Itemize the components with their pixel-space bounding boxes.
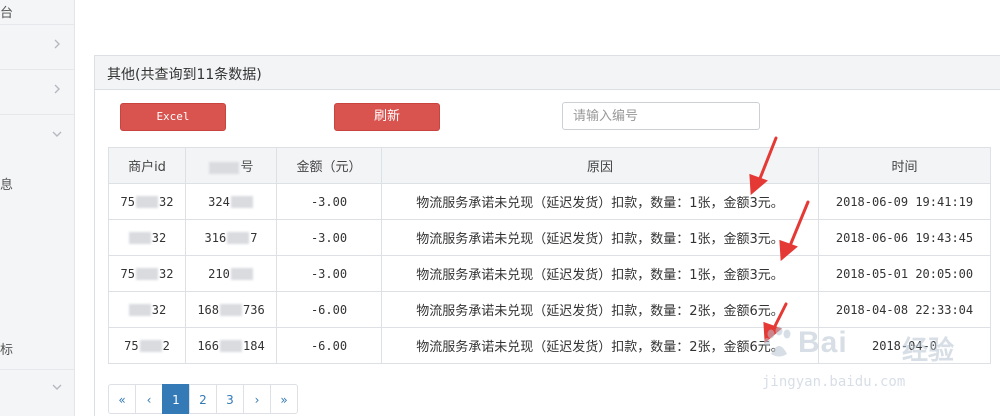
column-header-order-id[interactable]: 号	[185, 147, 277, 184]
page-3-button[interactable]: 3	[216, 384, 244, 414]
sidebar-item-label: 标	[0, 343, 14, 358]
last-page-button[interactable]: »	[270, 384, 298, 414]
order-id-prefix: 324	[208, 194, 230, 209]
table-row[interactable]: 32 168 736 -6.00 物流服务承诺未兑现（延迟发货）扣款，数量：2张，…	[108, 291, 991, 328]
table-row[interactable]: 75 2 166 184 -6.00 物流服务承诺未兑现（延迟发货）扣款，数量：2张…	[108, 327, 991, 364]
merchant-id-prefix: 75	[120, 266, 135, 281]
merchant-id-cell: 32	[108, 219, 186, 256]
sidebar-item-label: 息	[0, 178, 14, 193]
next-page-button[interactable]: ›	[243, 384, 271, 414]
search-input[interactable]	[562, 102, 760, 130]
column-header-reason[interactable]: 原因	[381, 147, 819, 184]
sidebar-item-5[interactable]: 息	[0, 160, 74, 204]
time-cell: 2018-04-0	[818, 327, 991, 364]
chevron-right-icon	[54, 39, 60, 49]
excel-export-button[interactable]: Excel	[120, 103, 226, 131]
reason-cell: 物流服务承诺未兑现（延迟发货）扣款，数量：2张，金额6元。	[381, 327, 819, 364]
amount-cell: -6.00	[276, 327, 382, 364]
column-header-amount[interactable]: 金额（元）	[276, 147, 382, 184]
page-1-button[interactable]: 1	[162, 384, 190, 414]
order-id-suffix: 736	[243, 302, 265, 317]
order-id-cell: 166 184	[185, 327, 277, 364]
chevron-down-icon	[52, 131, 62, 137]
sidebar-item-2[interactable]	[0, 25, 74, 70]
amount-cell: -3.00	[276, 219, 382, 256]
order-id-suffix: 7	[250, 230, 258, 245]
sidebar-item-label: 台	[0, 6, 14, 21]
time-cell: 2018-05-01 20:05:00	[818, 255, 991, 292]
order-id-suffix: 184	[243, 338, 265, 353]
prev-page-button[interactable]: ‹	[135, 384, 163, 414]
order-id-cell: 316 7	[185, 219, 277, 256]
time-cell: 2018-06-09 19:41:19	[818, 183, 991, 220]
column-header-merchant-id[interactable]: 商户id	[108, 147, 186, 184]
sidebar-item-3[interactable]	[0, 70, 74, 115]
panel-title: 其他(共查询到11条数据)	[107, 67, 262, 83]
merchant-id-suffix: 32	[159, 266, 174, 281]
amount-cell: -6.00	[276, 291, 382, 328]
table-row[interactable]: 32 316 7 -3.00 物流服务承诺未兑现（延迟发货）扣款，数量：1张，金额…	[108, 219, 991, 256]
merchant-id-suffix: 32	[151, 230, 167, 245]
merchant-id-prefix: 75	[120, 194, 135, 209]
merchant-id-suffix: 2	[162, 338, 170, 353]
table-row[interactable]: 75 32 324 -3.00 物流服务承诺未兑现（延迟发货）扣款，数量：1张，金…	[108, 183, 991, 220]
redacted-text	[128, 304, 151, 316]
page-2-button[interactable]: 2	[189, 384, 217, 414]
reason-cell: 物流服务承诺未兑现（延迟发货）扣款，数量：1张，金额3元。	[381, 219, 819, 256]
reason-cell: 物流服务承诺未兑现（延迟发货）扣款，数量：2张，金额6元。	[381, 291, 819, 328]
chevron-right-icon	[54, 84, 60, 94]
panel-header: 其他(共查询到11条数据)	[95, 56, 1000, 90]
sidebar-item-7[interactable]: 标	[0, 325, 74, 370]
merchant-id-cell: 32	[108, 291, 186, 328]
order-id-prefix: 166	[197, 338, 219, 353]
chevron-down-icon	[52, 384, 62, 390]
records-panel: 其他(共查询到11条数据) Excel 刷新 商户id 号 金额（元） 原因 时…	[94, 55, 1000, 416]
pagination: « ‹ 1 2 3 › »	[108, 384, 298, 414]
column-header-time[interactable]: 时间	[818, 147, 991, 184]
redacted-text	[227, 232, 250, 244]
redacted-text	[209, 161, 240, 174]
reason-cell: 物流服务承诺未兑现（延迟发货）扣款，数量：1张，金额3元。	[381, 255, 819, 292]
order-id-cell: 324	[185, 183, 277, 220]
table-row[interactable]: 75 32 210 -3.00 物流服务承诺未兑现（延迟发货）扣款，数量：1张，金…	[108, 255, 991, 292]
order-id-cell: 210	[185, 255, 277, 292]
sidebar-item-1[interactable]: 台	[0, 0, 74, 25]
merchant-id-prefix: 75	[124, 338, 139, 353]
amount-cell: -3.00	[276, 183, 382, 220]
redacted-text	[230, 268, 253, 280]
redacted-text	[220, 304, 242, 316]
sidebar: 台 息 标	[0, 0, 75, 416]
order-id-prefix: 210	[208, 266, 230, 281]
merchant-id-cell: 75 2	[108, 327, 186, 364]
records-table: 商户id 号 金额（元） 原因 时间 75 32 324 -3.00 物流服务承诺…	[108, 147, 991, 364]
time-cell: 2018-04-08 22:33:04	[818, 291, 991, 328]
redacted-text	[136, 268, 158, 280]
order-id-cell: 168 736	[185, 291, 277, 328]
merchant-id-cell: 75 32	[108, 183, 186, 220]
order-id-prefix: 168	[197, 302, 219, 317]
redacted-text	[128, 232, 151, 244]
merchant-id-suffix: 32	[159, 194, 174, 209]
sidebar-item-8[interactable]	[0, 368, 74, 412]
merchant-id-cell: 75 32	[108, 255, 186, 292]
refresh-button[interactable]: 刷新	[334, 103, 440, 131]
merchant-id-suffix: 32	[151, 302, 167, 317]
table-header-row: 商户id 号 金额（元） 原因 时间	[108, 147, 991, 184]
time-cell: 2018-06-06 19:43:45	[818, 219, 991, 256]
reason-cell: 物流服务承诺未兑现（延迟发货）扣款，数量：1张，金额3元。	[381, 183, 819, 220]
order-id-prefix: 316	[204, 230, 227, 245]
redacted-text	[139, 340, 162, 352]
redacted-text	[136, 196, 158, 208]
sidebar-item-4[interactable]	[0, 115, 74, 159]
first-page-button[interactable]: «	[108, 384, 136, 414]
amount-cell: -3.00	[276, 255, 382, 292]
redacted-text	[230, 196, 253, 208]
page-root: 台 息 标 其他(共查询到11条数据) Excel 刷新 请输入编号 商户id …	[0, 0, 1000, 416]
redacted-text	[220, 340, 242, 352]
